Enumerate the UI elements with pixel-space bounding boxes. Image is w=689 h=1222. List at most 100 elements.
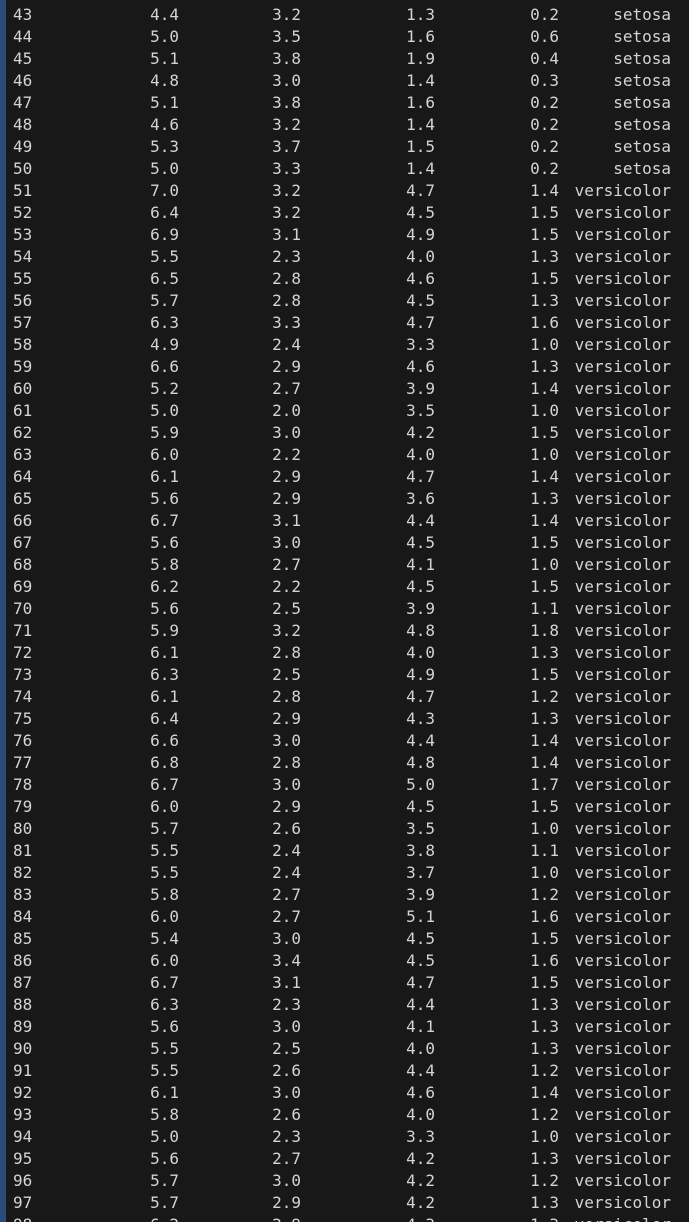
sepal-length-cell: 6.3 (150, 665, 179, 684)
table-row: 92 6.1 3.0 4.6 1.4 versicolor (0, 1082, 689, 1104)
sepal-width-cell: 2.9 (272, 709, 301, 728)
species-cell: versicolor (574, 357, 671, 376)
petal-length-cell: 4.5 (406, 577, 435, 596)
petal-width-cell: 0.2 (530, 115, 559, 134)
row-index: 54 (13, 247, 33, 266)
sepal-width-cell: 2.9 (272, 489, 301, 508)
petal-length-cell: 4.7 (406, 181, 435, 200)
petal-length-cell: 3.3 (406, 335, 435, 354)
sepal-width-cell: 2.8 (272, 291, 301, 310)
petal-width-cell: 0.2 (530, 159, 559, 178)
row-index: 69 (13, 577, 33, 596)
petal-width-cell: 1.2 (530, 1171, 559, 1190)
petal-width-cell: 1.4 (530, 753, 559, 772)
petal-width-cell: 1.3 (530, 709, 559, 728)
row-index: 45 (13, 49, 33, 68)
petal-length-cell: 4.5 (406, 291, 435, 310)
table-row: 66 6.7 3.1 4.4 1.4 versicolor (0, 510, 689, 532)
sepal-width-cell: 2.9 (272, 357, 301, 376)
sepal-width-cell: 3.3 (272, 313, 301, 332)
sepal-length-cell: 6.8 (150, 753, 179, 772)
species-cell: versicolor (574, 819, 671, 838)
petal-width-cell: 1.0 (530, 1127, 559, 1146)
row-index: 97 (13, 1193, 33, 1212)
species-cell: versicolor (574, 247, 671, 266)
petal-length-cell: 1.4 (406, 71, 435, 90)
species-cell: versicolor (574, 423, 671, 442)
table-row: 63 6.0 2.2 4.0 1.0 versicolor (0, 444, 689, 466)
species-cell: versicolor (574, 467, 671, 486)
table-row: 77 6.8 2.8 4.8 1.4 versicolor (0, 752, 689, 774)
sepal-length-cell: 5.6 (150, 533, 179, 552)
species-cell: versicolor (575, 1214, 671, 1222)
row-index: 57 (13, 313, 33, 332)
species-cell: versicolor (574, 203, 671, 222)
table-row: 81 5.5 2.4 3.8 1.1 versicolor (0, 840, 689, 862)
sepal-width-cell: 2.5 (272, 1039, 301, 1058)
petal-width-cell: 1.1 (530, 841, 559, 860)
petal-length-cell: 1.3 (406, 5, 435, 24)
petal-length-cell: 4.8 (406, 621, 435, 640)
sepal-width-cell: 2.3 (272, 1127, 301, 1146)
petal-length-cell: 4.6 (406, 357, 435, 376)
sepal-length-cell: 4.6 (150, 115, 179, 134)
species-cell: versicolor (574, 995, 671, 1014)
sepal-width-cell: 2.6 (272, 1105, 301, 1124)
sepal-width-cell: 3.1 (272, 225, 301, 244)
row-index: 74 (13, 687, 33, 706)
sepal-width-cell: 2.6 (272, 1061, 301, 1080)
table-row: 51 7.0 3.2 4.7 1.4 versicolor (0, 180, 689, 202)
petal-width-cell: 1.5 (530, 665, 559, 684)
sepal-width-cell: 3.1 (272, 511, 301, 530)
species-cell: versicolor (574, 1193, 671, 1212)
table-row: 61 5.0 2.0 3.5 1.0 versicolor (0, 400, 689, 422)
species-cell: versicolor (574, 775, 671, 794)
table-row: 55 6.5 2.8 4.6 1.5 versicolor (0, 268, 689, 290)
petal-length-cell: 4.0 (406, 1105, 435, 1124)
sepal-width-cell: 3.7 (272, 137, 301, 156)
sepal-length-cell: 4.9 (150, 335, 179, 354)
petal-width-cell: 1.3 (530, 357, 559, 376)
sepal-width-cell: 3.5 (272, 27, 301, 46)
petal-width-cell: 0.6 (530, 27, 559, 46)
row-index: 77 (13, 753, 33, 772)
table-row: 58 4.9 2.4 3.3 1.0 versicolor (0, 334, 689, 356)
table-row: 62 5.9 3.0 4.2 1.5 versicolor (0, 422, 689, 444)
sepal-width-cell: 2.2 (272, 577, 301, 596)
table-row: 71 5.9 3.2 4.8 1.8 versicolor (0, 620, 689, 642)
table-row: 89 5.6 3.0 4.1 1.3 versicolor (0, 1016, 689, 1038)
species-cell: versicolor (574, 1039, 671, 1058)
petal-length-cell: 3.5 (406, 401, 435, 420)
species-cell: versicolor (574, 709, 671, 728)
petal-width-cell: 1.3 (530, 1214, 559, 1222)
table-row: 75 6.4 2.9 4.3 1.3 versicolor (0, 708, 689, 730)
petal-length-cell: 3.7 (406, 863, 435, 882)
row-index: 96 (13, 1171, 33, 1190)
console-output[interactable]: 43 4.4 3.2 1.3 0.2 setosa 44 5.0 3.5 1.6 0.6 setosa… (0, 4, 689, 1222)
sepal-width-cell: 3.8 (272, 93, 301, 112)
sepal-width-cell: 3.2 (272, 203, 301, 222)
petal-length-cell: 4.6 (406, 1083, 435, 1102)
sepal-width-cell: 3.0 (272, 423, 301, 442)
petal-width-cell: 1.3 (530, 643, 559, 662)
sepal-width-cell: 3.2 (272, 181, 301, 200)
sepal-length-cell: 6.1 (150, 687, 179, 706)
table-row: 59 6.6 2.9 4.6 1.3 versicolor (0, 356, 689, 378)
petal-width-cell: 1.3 (530, 247, 559, 266)
petal-length-cell: 4.3 (406, 709, 435, 728)
species-cell: versicolor (574, 445, 671, 464)
sepal-width-cell: 2.4 (272, 841, 301, 860)
table-row: 95 5.6 2.7 4.2 1.3 versicolor (0, 1148, 689, 1170)
sepal-width-cell: 2.5 (272, 665, 301, 684)
petal-width-cell: 1.4 (530, 731, 559, 750)
petal-width-cell: 1.2 (530, 1105, 559, 1124)
petal-width-cell: 1.3 (530, 1149, 559, 1168)
species-cell: setosa (613, 137, 671, 156)
row-index: 88 (13, 995, 33, 1014)
petal-length-cell: 4.4 (406, 511, 435, 530)
petal-length-cell: 4.2 (406, 1193, 435, 1212)
species-cell: versicolor (574, 665, 671, 684)
petal-width-cell: 1.0 (530, 555, 559, 574)
row-index: 60 (13, 379, 33, 398)
petal-width-cell: 0.2 (530, 137, 559, 156)
